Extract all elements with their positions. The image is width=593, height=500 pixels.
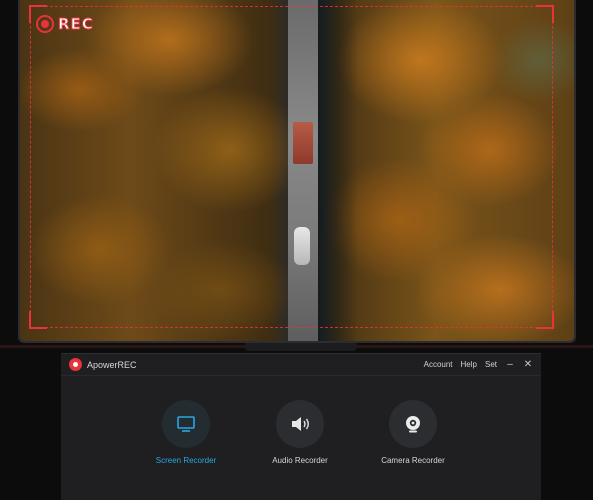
title-bar: ApowerREC Account Help Set – ✕ <box>61 354 541 376</box>
help-menu[interactable]: Help <box>461 360 477 369</box>
app-title: ApowerREC <box>87 359 137 370</box>
recording-region-frame[interactable] <box>29 5 554 329</box>
audio-recorder-label: Audio Recorder <box>272 456 328 465</box>
corner-handle-top-right[interactable] <box>536 5 554 23</box>
camera-icon <box>406 416 420 433</box>
monitor-stand <box>245 343 357 351</box>
screen-recorder-button[interactable]: Screen Recorder <box>136 400 236 465</box>
speaker-icon <box>292 417 309 431</box>
account-menu[interactable]: Account <box>424 360 453 369</box>
camera-recorder-circle <box>389 400 437 448</box>
audio-recorder-button[interactable]: Audio Recorder <box>250 400 350 465</box>
monitor-icon <box>177 416 195 432</box>
settings-menu[interactable]: Set <box>485 360 497 369</box>
rec-indicator: REC <box>36 15 94 34</box>
audio-recorder-circle <box>276 400 324 448</box>
preview-monitor: REC <box>18 0 576 343</box>
top-menu: Account Help Set – ✕ <box>424 359 533 370</box>
recorder-modes: Screen Recorder Audio Recorder Camera Re… <box>61 376 541 500</box>
corner-handle-bottom-left[interactable] <box>29 311 47 329</box>
camera-recorder-button[interactable]: Camera Recorder <box>363 400 463 465</box>
apowerrec-window: ApowerREC Account Help Set – ✕ Screen Re… <box>61 353 541 500</box>
camera-recorder-label: Camera Recorder <box>381 456 445 465</box>
apowerrec-logo-icon <box>69 358 82 371</box>
minimize-button[interactable]: – <box>505 359 515 370</box>
record-dot-icon <box>36 15 54 33</box>
rec-label: REC <box>58 15 94 34</box>
screen-recorder-circle <box>162 400 210 448</box>
corner-handle-bottom-right[interactable] <box>536 311 554 329</box>
close-button[interactable]: ✕ <box>523 359 533 370</box>
screen-recorder-label: Screen Recorder <box>155 456 217 465</box>
video-preview: REC <box>20 0 574 341</box>
